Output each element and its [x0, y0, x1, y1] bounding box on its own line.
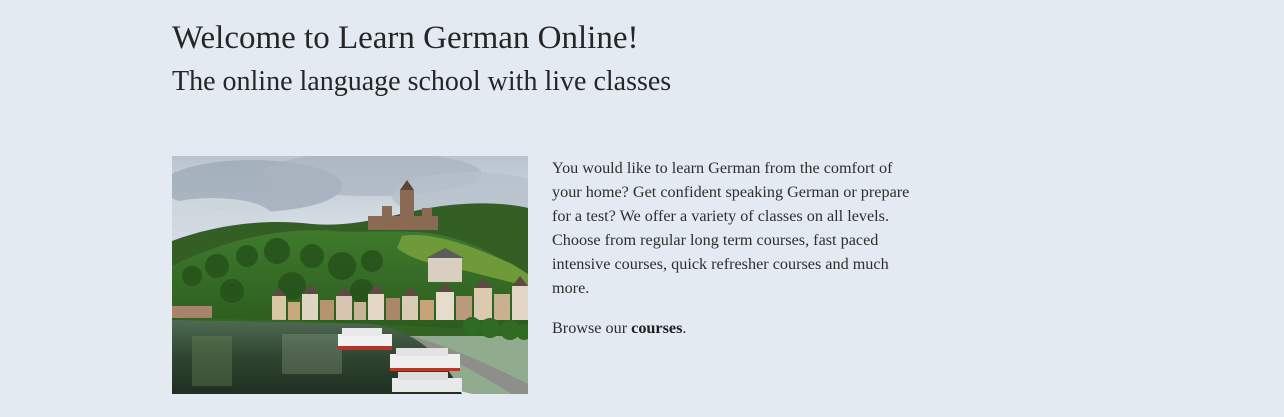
browse-courses-line: Browse our courses. [552, 316, 912, 340]
intro-text: You would like to learn German from the … [552, 156, 912, 340]
courses-link[interactable]: courses [631, 319, 682, 337]
intro-paragraph: You would like to learn German from the … [552, 159, 910, 297]
castle-river-photo [172, 156, 528, 394]
page-subtitle: The online language school with live cla… [172, 66, 672, 97]
page-title: Welcome to Learn German Online! [172, 20, 639, 56]
browse-prefix: Browse our [552, 319, 632, 337]
browse-suffix: . [682, 319, 687, 337]
